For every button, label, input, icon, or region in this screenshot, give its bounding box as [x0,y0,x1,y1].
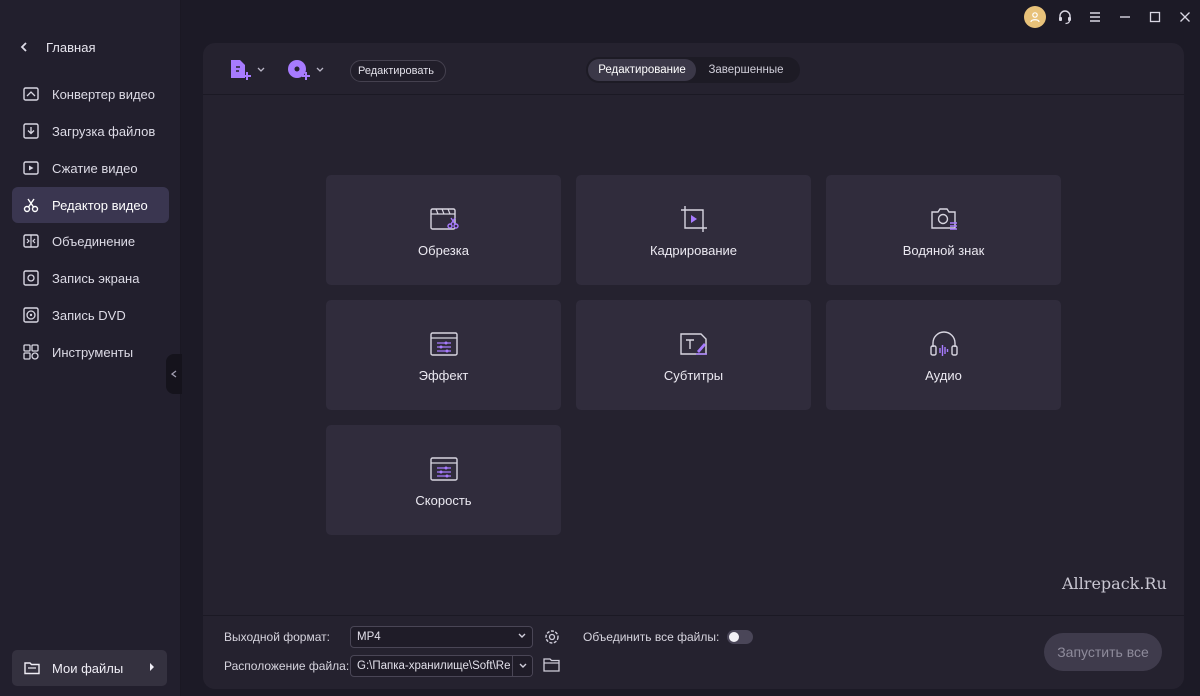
add-dvd-icon [288,60,310,80]
sidebar-item-video-converter[interactable]: Конвертер видео [12,76,169,112]
tool-card-subtitles[interactable]: Субтитры [576,300,811,410]
watermark-text: Allrepack.Ru [1062,574,1167,593]
merge-all-label: Объединить все файлы: [583,630,720,644]
editor-panel: Редактировать Редактирование Завершенные… [203,43,1184,689]
sidebar-item-tools[interactable]: Инструменты [12,334,169,370]
audio-icon [929,331,958,356]
tool-card-crop[interactable]: Кадрирование [576,175,811,285]
tool-card-effect[interactable]: Эффект [326,300,561,410]
gear-icon [545,630,559,644]
chevron-right-icon [149,661,155,675]
tool-card-trim[interactable]: Обрезка [326,175,561,285]
panel-footer: Выходной формат: MP4 Объединить все файл… [203,615,1184,689]
chevron-down-icon [512,656,532,676]
headset-icon [1059,10,1071,25]
output-format-select[interactable]: MP4 [350,626,533,648]
chevron-down-icon [257,67,265,72]
sidebar-item-label: Запись DVD [52,307,126,323]
download-icon [23,123,39,139]
account-button[interactable] [1020,5,1050,29]
tab-finished[interactable]: Завершенные [696,59,796,81]
sidebar: Главная Конвертер видео Загрузка файлов … [0,0,181,696]
sidebar-item-video-editor[interactable]: Редактор видео [12,187,169,223]
chevron-left-icon [171,370,177,378]
sidebar-item-label: Инструменты [52,344,134,360]
menu-icon [1090,12,1100,22]
tool-card-audio[interactable]: Аудио [826,300,1061,410]
tool-card-label: Скорость [415,493,472,508]
minimize-button[interactable] [1110,5,1140,29]
subtitles-icon [679,333,707,355]
sidebar-item-label: Сжатие видео [52,160,138,176]
screen-record-icon [23,270,39,286]
tab-bar: Редактирование Завершенные [586,57,800,83]
sidebar-item-download[interactable]: Загрузка файлов [12,113,169,149]
effect-icon [429,332,458,356]
close-button[interactable] [1170,5,1200,29]
sidebar-item-label: Запись экрана [52,270,140,286]
video-convert-icon [23,87,39,101]
browse-folder-button[interactable] [543,657,561,673]
avatar [1024,6,1046,28]
maximize-icon [1149,11,1161,23]
my-files-button[interactable]: Мои файлы [12,650,167,686]
maximize-button[interactable] [1140,5,1170,29]
tool-card-label: Эффект [418,368,469,383]
tool-card-label: Водяной знак [902,243,985,258]
compress-icon [23,161,39,175]
tool-card-label: Кадрирование [649,243,737,258]
tool-card-label: Обрезка [418,243,469,258]
sidebar-item-label: Объединение [52,233,136,249]
toolbox-icon [23,344,39,360]
tab-editing[interactable]: Редактирование [588,59,696,81]
sidebar-item-label: Загрузка файлов [52,123,156,139]
menu-button[interactable] [1080,5,1110,29]
sidebar-item-merge[interactable]: Объединение [12,223,169,259]
sidebar-collapse-handle[interactable] [166,354,182,394]
sidebar-item-compress[interactable]: Сжатие видео [12,150,169,186]
run-all-button[interactable]: Запустить все [1044,633,1162,671]
chevron-down-icon [316,67,324,72]
add-files-button[interactable] [227,57,265,83]
sidebar-item-label: Конвертер видео [52,86,156,102]
tool-card-speed[interactable]: Скорость [326,425,561,535]
tool-card-watermark[interactable]: Водяной знак [826,175,1061,285]
speed-icon [429,457,458,481]
home-label: Главная [46,39,96,55]
minimize-icon [1120,16,1130,18]
output-format-label: Выходной формат: [224,630,330,644]
file-location-select[interactable]: G:\Папка-хранилище\Soft\Re [350,655,533,677]
output-format-value: MP4 [357,631,381,643]
dvd-icon [23,307,39,323]
tool-card-label: Субтитры [663,368,724,383]
watermark-icon [930,208,957,230]
close-icon [1180,12,1190,22]
add-file-icon [231,60,251,80]
panel-toolbar: Редактировать Редактирование Завершенные [203,43,1184,95]
merge-icon [23,234,39,248]
folder-icon [24,662,40,675]
add-disc-button[interactable] [286,57,324,83]
support-button[interactable] [1050,5,1080,29]
tool-card-label: Аудио [925,368,962,383]
my-files-label: Мои файлы [52,660,124,676]
toggle-knob [729,632,739,642]
format-settings-button[interactable] [543,628,561,646]
sidebar-item-label: Редактор видео [52,197,148,213]
merge-all-toggle[interactable] [727,630,753,644]
scissors-icon [23,198,39,213]
chevron-left-icon [20,40,30,55]
trim-icon [429,208,459,230]
file-location-value: G:\Папка-хранилище\Soft\Re [357,660,511,672]
home-link[interactable]: Главная [20,38,95,56]
sidebar-item-dvd[interactable]: Запись DVD [12,297,169,333]
chevron-down-icon [518,631,526,641]
window-controls [1020,5,1200,29]
file-location-label: Расположение файла: [224,659,350,673]
sidebar-item-screen-record[interactable]: Запись экрана [12,260,169,296]
crop-icon [680,206,707,232]
mode-select[interactable]: Редактировать [350,60,446,82]
mode-select-value: Редактировать [358,65,434,77]
folder-open-icon [543,658,560,672]
